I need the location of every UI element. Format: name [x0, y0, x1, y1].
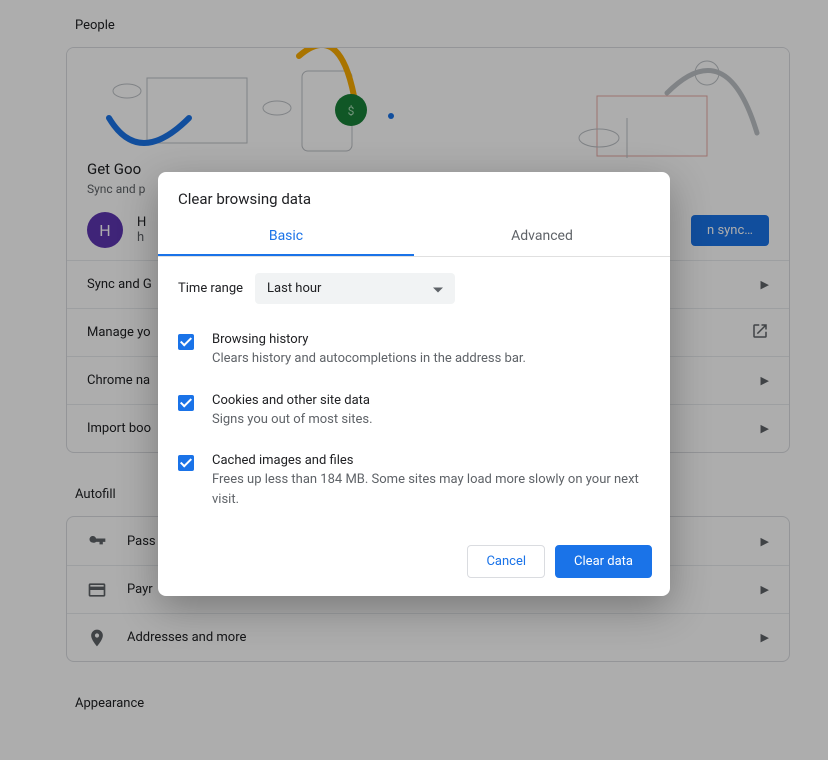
- option-desc: Clears history and autocompletions in th…: [212, 349, 526, 369]
- option-desc: Signs you out of most sites.: [212, 410, 373, 430]
- checkbox-checked-icon[interactable]: [178, 395, 194, 411]
- dialog-actions: Cancel Clear data: [158, 531, 670, 596]
- dialog-tabs: Basic Advanced: [158, 216, 670, 257]
- tab-basic[interactable]: Basic: [158, 216, 414, 256]
- option-title: Cached images and files: [212, 453, 650, 468]
- cancel-button[interactable]: Cancel: [467, 545, 545, 578]
- option-cached[interactable]: Cached images and files Frees up less th…: [178, 443, 650, 523]
- clear-browsing-data-dialog: Clear browsing data Basic Advanced Time …: [158, 172, 670, 596]
- dialog-title: Clear browsing data: [158, 172, 670, 216]
- modal-scrim: Clear browsing data Basic Advanced Time …: [0, 0, 828, 760]
- tab-advanced[interactable]: Advanced: [414, 216, 670, 256]
- checkbox-checked-icon[interactable]: [178, 334, 194, 350]
- time-range-label: Time range: [178, 281, 243, 296]
- time-range-value: Last hour: [267, 281, 321, 296]
- option-title: Browsing history: [212, 332, 526, 347]
- dialog-body: Time range Last hour Browsing history Cl…: [158, 257, 670, 531]
- option-title: Cookies and other site data: [212, 393, 373, 408]
- option-browsing-history[interactable]: Browsing history Clears history and auto…: [178, 322, 650, 383]
- time-range-row: Time range Last hour: [178, 273, 650, 304]
- clear-data-button[interactable]: Clear data: [555, 545, 652, 578]
- checkbox-checked-icon[interactable]: [178, 455, 194, 471]
- time-range-select[interactable]: Last hour: [255, 273, 455, 304]
- option-cookies[interactable]: Cookies and other site data Signs you ou…: [178, 383, 650, 444]
- option-desc: Frees up less than 184 MB. Some sites ma…: [212, 470, 650, 509]
